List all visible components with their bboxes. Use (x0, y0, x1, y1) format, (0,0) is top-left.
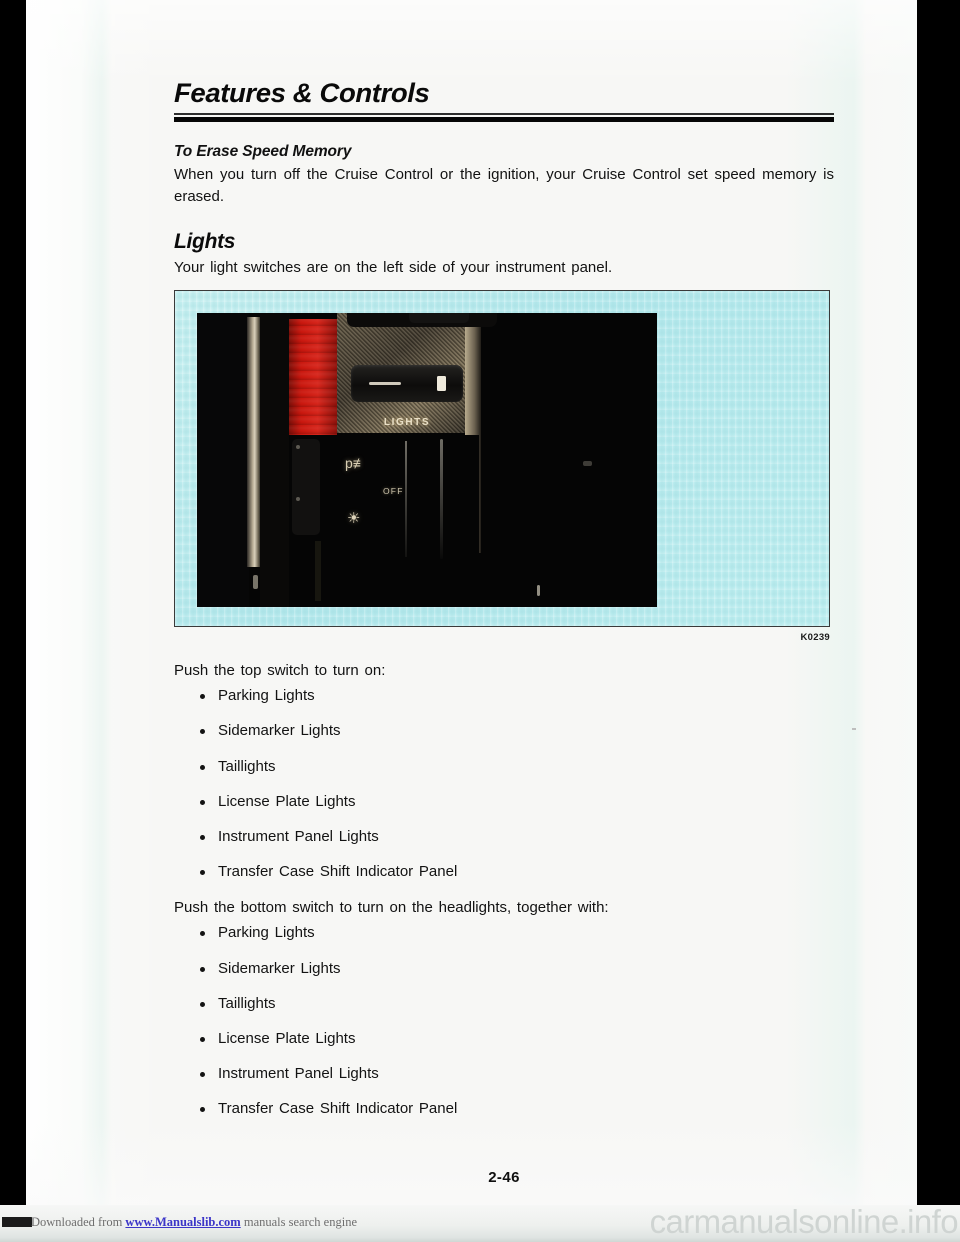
redacted-blob (2, 1217, 32, 1227)
page-content-column: Features & Controls To Erase Speed Memor… (174, 0, 834, 1186)
bullet-dot-icon (200, 1107, 205, 1113)
photo-rocker-switch (351, 365, 463, 403)
list-item: Sidemarker Lights (174, 959, 834, 977)
photo-rocker-indicator-led (437, 376, 446, 392)
bullet-dot-icon (200, 1072, 205, 1078)
list-item-label: Parking Lights (218, 687, 315, 705)
list-item-label: Instrument Panel Lights (218, 1065, 379, 1083)
photo-off-label: OFF (383, 486, 404, 497)
page-number: 2-46 (488, 1169, 520, 1187)
list-item: Instrument Panel Lights (174, 827, 834, 845)
list-item: Instrument Panel Lights (174, 1066, 834, 1082)
bullet-dot-icon (200, 966, 205, 972)
carmanualsonline-watermark: carmanualsonline.info (649, 1203, 959, 1240)
list-item: License Plate Lights (174, 792, 834, 810)
chapter-title: Features & Controls (174, 78, 430, 108)
list-item: License Plate Lights (174, 1029, 834, 1047)
bullet-dot-icon (200, 1001, 205, 1007)
photo-panel-edge-highlight (440, 439, 443, 560)
list-item-label: Transfer Case Shift Indicator Panel (218, 1100, 458, 1118)
bullet-dot-icon (200, 799, 205, 805)
bullet-dot-icon (200, 834, 205, 840)
list-item-label: License Plate Lights (218, 792, 356, 810)
bullet-dot-icon (200, 1036, 205, 1042)
list-item-label: Parking Lights (218, 924, 315, 942)
downloaded-suffix-label: manuals search engine (240, 1215, 357, 1229)
section-heading-lights: Lights (174, 229, 236, 253)
figure-caption: K0239 (800, 632, 830, 644)
title-rule-thin (174, 113, 834, 116)
paragraph-lights-intro: Your light switches are on the left side… (174, 258, 613, 276)
photo-dark-gap (260, 313, 290, 608)
list-item-label: Taillights (218, 757, 276, 775)
photo-lower-rod (315, 541, 321, 602)
scanned-page-sheet: Features & Controls To Erase Speed Memor… (26, 0, 917, 1207)
photo-chrome-trim (247, 317, 261, 568)
lead-in-top-switch: Push the top switch to turn on: (174, 662, 386, 680)
bullet-dot-icon (200, 931, 205, 937)
paragraph-erase-speed-memory: When you turn off the Cruise Control or … (174, 166, 834, 205)
bullet-dot-icon (200, 764, 205, 770)
list-item-label: License Plate Lights (218, 1029, 356, 1047)
parking-lights-symbol-icon: p≢ (345, 455, 367, 472)
dashboard-light-switch-photo: LIGHTS p≢ OFF ☀ (197, 313, 657, 608)
list-item: Taillights (174, 757, 834, 775)
photo-dark-left-region (197, 313, 249, 608)
title-rule (174, 113, 834, 123)
list-item: Taillights (174, 994, 834, 1012)
headlight-symbol-icon: ☀ (347, 510, 361, 528)
list-item-label: Instrument Panel Lights (218, 827, 379, 845)
list-item: Parking Lights (174, 688, 834, 704)
list-item-label: Sidemarker Lights (218, 959, 341, 977)
list-bottom-switch: Parking Lights Sidemarker Lights Taillig… (174, 925, 834, 1117)
manualslib-link[interactable]: www.Manualslib.com (125, 1215, 240, 1229)
title-rule-thick (174, 117, 834, 123)
list-item: Transfer Case Shift Indicator Panel (174, 1101, 834, 1117)
list-item: Sidemarker Lights (174, 723, 834, 739)
downloaded-prefix-label: Downloaded from (31, 1215, 126, 1229)
subheading-erase-speed-memory: To Erase Speed Memory (174, 143, 352, 161)
photo-highlight-spot-right (583, 461, 592, 467)
list-top-switch: Parking Lights Sidemarker Lights Taillig… (174, 688, 834, 880)
photo-highlight-spot-left (253, 575, 258, 590)
bullet-dot-icon (200, 870, 205, 876)
list-item-label: Transfer Case Shift Indicator Panel (218, 863, 458, 881)
list-item: Transfer Case Shift Indicator Panel (174, 864, 834, 880)
figure-light-switch-photo: LIGHTS p≢ OFF ☀ (174, 290, 830, 628)
photo-upper-vent-slot-inner (409, 313, 469, 324)
photo-switch-knob (292, 439, 320, 536)
photo-stalk-highlight (405, 441, 407, 558)
downloaded-from-text: Downloaded from www.Manualslib.com manua… (2, 1215, 357, 1230)
list-item-label: Taillights (218, 994, 276, 1012)
photo-rocker-dash-marking (369, 382, 401, 385)
bullet-dot-icon (200, 729, 205, 735)
bullet-dot-icon (200, 694, 205, 700)
list-item-label: Sidemarker Lights (218, 722, 341, 740)
photo-highlight-spot-bottom (537, 585, 540, 597)
downloaded-from-footer-bar: Downloaded from www.Manualslib.com manua… (0, 1203, 960, 1242)
photo-lights-label: LIGHTS (383, 417, 431, 429)
scan-artifact (852, 728, 856, 730)
list-item: Parking Lights (174, 925, 834, 941)
lead-in-bottom-switch: Push the bottom switch to turn on the he… (174, 899, 609, 917)
